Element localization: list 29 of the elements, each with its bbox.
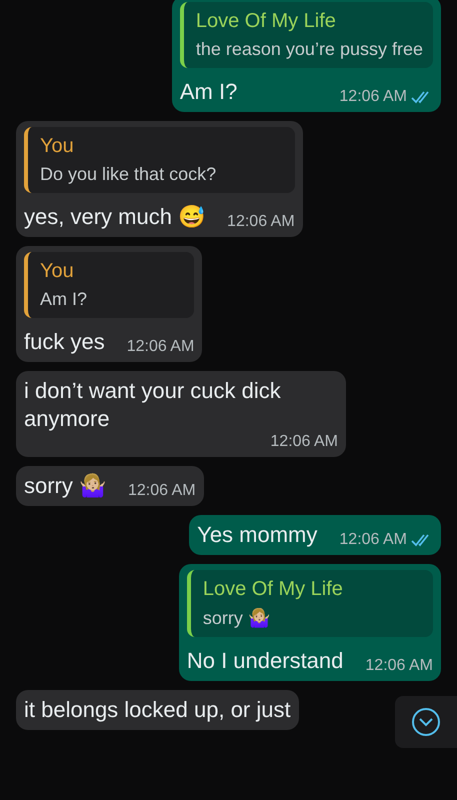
quoted-message[interactable]: Love Of My Life the reason you’re pussy free [180,2,433,68]
quote-text: Am I? [40,289,88,310]
quoted-message[interactable]: You Do you like that cock? [24,127,295,193]
message-text: No I understand [186,647,344,675]
message-time: 12:06 AM [128,482,196,500]
quote-author: Love Of My Life [202,578,344,601]
quoted-message[interactable]: You Am I? [24,252,194,318]
message-text: i don’t want your cuck dick anymore [24,377,282,433]
message-time: 12:06 AM [339,88,407,106]
scroll-down-button[interactable] [395,696,457,748]
message-time: 12:06 AM [270,433,338,451]
message-time: 12:06 AM [126,338,194,356]
quote-text: sorry 🤷🏼‍♀ [202,607,271,629]
message-text: yes, very much 😅 [24,203,206,231]
message-time: 12:06 AM [339,531,407,549]
message-time: 12:06 AM [365,657,433,675]
message-text: sorry 🤷🏼‍♀ [24,472,106,500]
chevron-down-icon [411,707,441,737]
message-time: 12:06 AM [227,213,295,231]
message-text: it belongs locked up, or just [24,696,291,724]
quote-text: the reason you’re pussy free [196,39,423,60]
message-text: fuck yes [24,328,105,356]
quote-text: Do you like that cock? [40,164,218,185]
quote-author: You [40,260,75,283]
message-text: Yes mommy [197,521,318,549]
quoted-message[interactable]: Love Of My Life sorry 🤷🏼‍♀ [186,570,433,637]
message-text: Am I? [180,78,238,106]
quote-author: You [40,135,75,158]
quote-author: Love Of My Life [196,10,337,33]
